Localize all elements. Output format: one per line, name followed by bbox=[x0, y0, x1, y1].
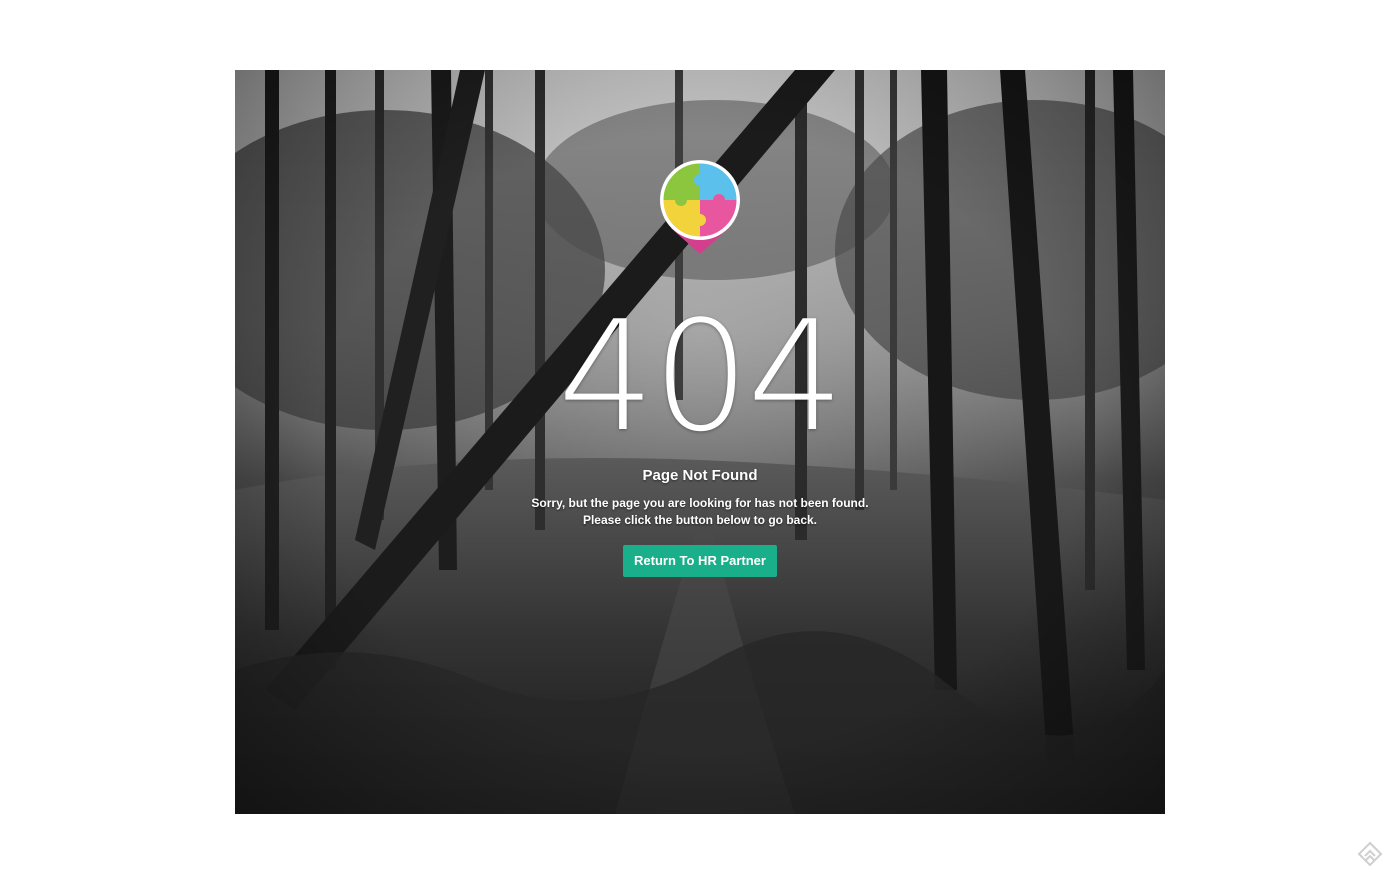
error-content: 404 Page Not Found Sorry, but the page y… bbox=[235, 70, 1165, 814]
error-message-line2: Please click the button below to go back… bbox=[582, 513, 818, 527]
error-code: 404 bbox=[557, 288, 844, 465]
puzzle-heart-logo bbox=[660, 160, 740, 254]
page-title: Page Not Found bbox=[642, 467, 758, 484]
error-message-line1: Sorry, but the page you are looking for … bbox=[531, 496, 869, 510]
diamond-arrow-icon[interactable] bbox=[1356, 840, 1384, 870]
return-button[interactable]: Return To HR Partner bbox=[623, 545, 777, 577]
error-page: 404 Page Not Found Sorry, but the page y… bbox=[0, 0, 1400, 884]
hero-background: 404 Page Not Found Sorry, but the page y… bbox=[235, 70, 1165, 814]
